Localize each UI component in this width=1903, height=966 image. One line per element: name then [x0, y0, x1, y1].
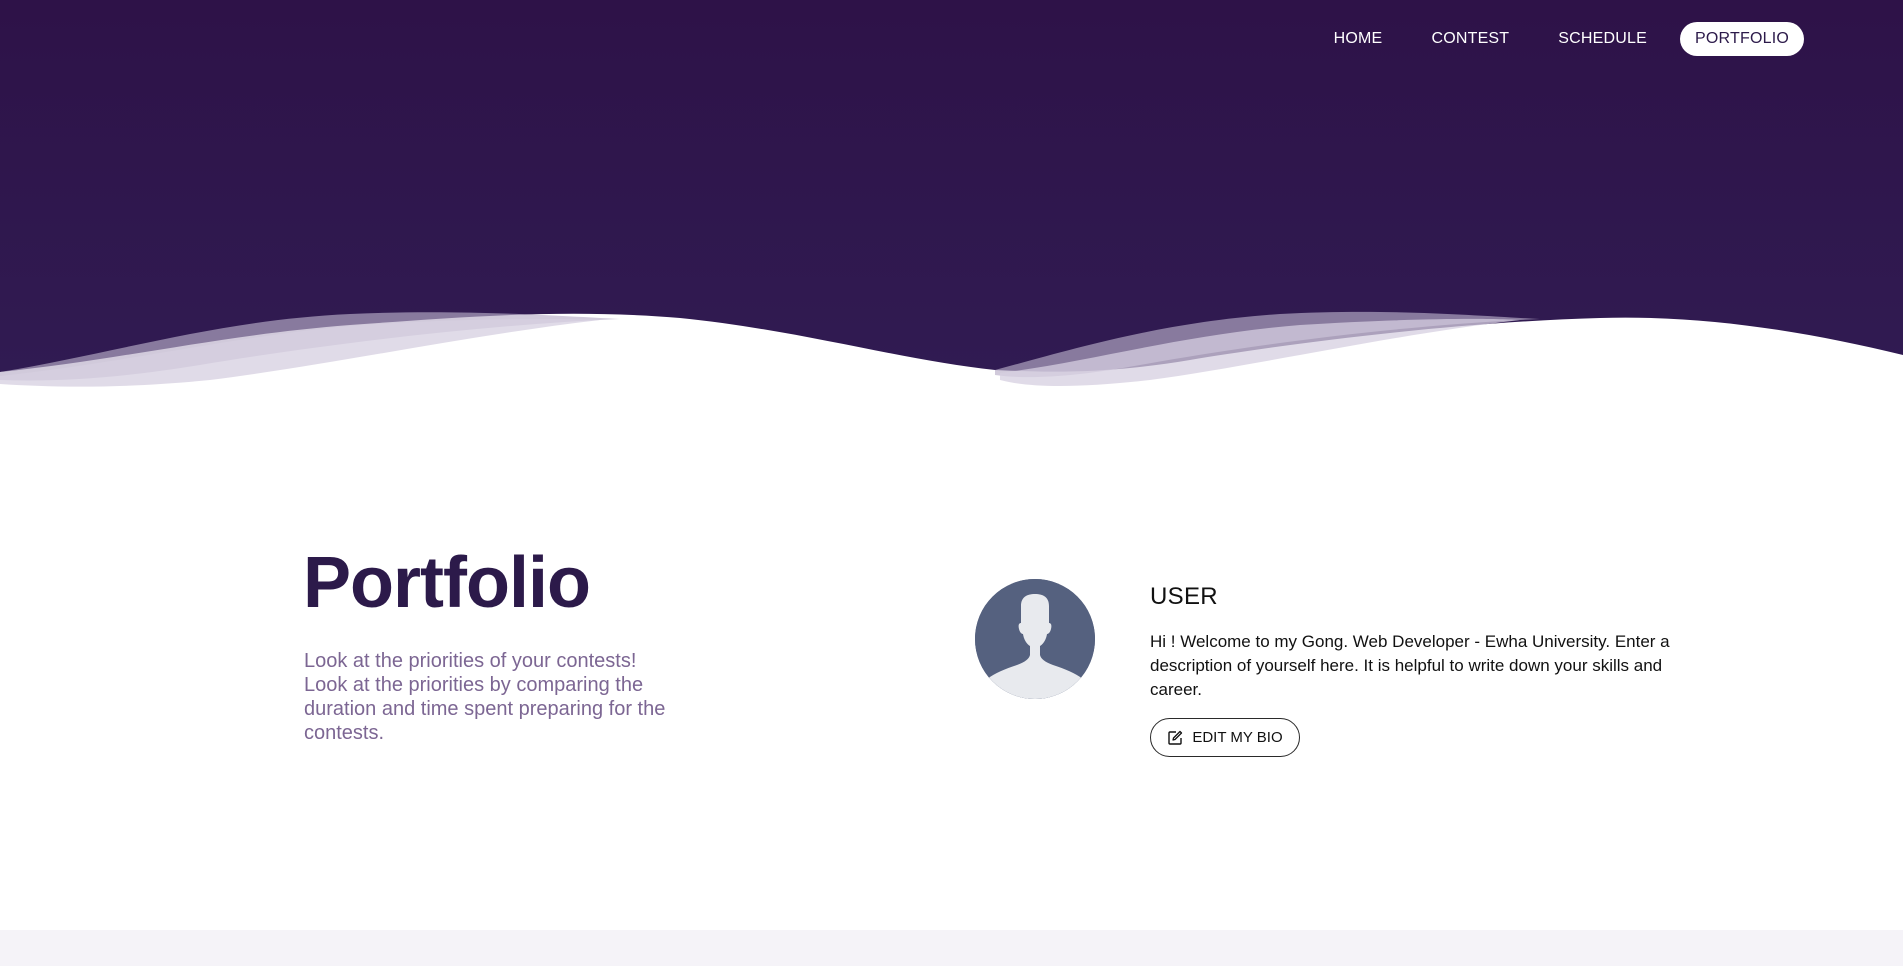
page-title: Portfolio [303, 543, 591, 623]
page-subtitle: Look at the priorities of your contests!… [304, 649, 704, 745]
edit-bio-button[interactable]: EDIT MY BIO [1150, 718, 1300, 757]
subtitle-line-2: Look at the priorities by comparing the … [304, 674, 666, 744]
edit-icon [1167, 730, 1183, 746]
edit-bio-label: EDIT MY BIO [1192, 729, 1283, 746]
hero-banner [0, 0, 1903, 400]
main-nav: HOME CONTEST SCHEDULE PORTFOLIO [1301, 22, 1804, 56]
footer-band [0, 930, 1903, 966]
nav-contest[interactable]: CONTEST [1415, 22, 1525, 56]
nav-schedule[interactable]: SCHEDULE [1542, 22, 1663, 56]
nav-portfolio[interactable]: PORTFOLIO [1680, 22, 1804, 56]
user-silhouette-icon [975, 579, 1095, 699]
subtitle-line-1: Look at the priorities of your contests! [304, 650, 637, 672]
avatar [975, 579, 1095, 699]
nav-home[interactable]: HOME [1318, 22, 1399, 56]
user-bio: Hi ! Welcome to my Gong. Web Developer -… [1150, 632, 1670, 699]
hero-wave-background [0, 0, 1903, 400]
user-name: USER [1150, 583, 1218, 610]
